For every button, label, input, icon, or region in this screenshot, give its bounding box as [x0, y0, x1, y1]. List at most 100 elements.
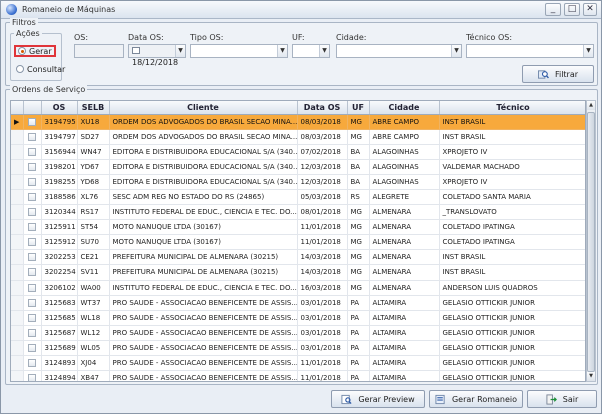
- cell-os[interactable]: 3198201: [41, 159, 78, 175]
- cell-data[interactable]: 16/03/2018: [297, 280, 348, 296]
- cell-selb[interactable]: SV11: [77, 264, 110, 281]
- cell-cliente[interactable]: ORDEM DOS ADVOGADOS DO BRASIL SECAO MINA…: [109, 129, 298, 145]
- cell-cliente[interactable]: MOTO NANUQUE LTDA (30167): [109, 219, 298, 236]
- cell-cidade[interactable]: ALMENARA: [369, 249, 440, 266]
- cell-tecnico[interactable]: GELASIO OTTICKIR JUNIOR: [439, 325, 585, 341]
- row-checkbox-cell[interactable]: [23, 204, 42, 221]
- cell-tecnico[interactable]: INST BRASIL: [439, 264, 585, 281]
- row-checkbox-cell[interactable]: [23, 325, 42, 341]
- row-checkbox[interactable]: [28, 238, 36, 247]
- cell-os[interactable]: 3125685: [41, 310, 78, 326]
- cell-cidade[interactable]: ALAGOINHAS: [369, 159, 440, 175]
- cell-selb[interactable]: WN47: [77, 144, 110, 160]
- row-checkbox-cell[interactable]: [23, 114, 42, 130]
- table-row[interactable]: 3156944 WN47 EDITORA E DISTRIBUIDORA EDUCA…: [11, 144, 585, 160]
- cell-cliente[interactable]: SESC ADM REG NO ESTADO DO RS (24865): [109, 189, 298, 206]
- os-input[interactable]: [74, 44, 124, 58]
- cell-cidade[interactable]: ALMENARA: [369, 234, 440, 251]
- cell-cliente[interactable]: INSTITUTO FEDERAL DE EDUC., CIENCIA E TE…: [109, 204, 298, 221]
- cell-data[interactable]: 08/03/2018: [297, 129, 348, 145]
- table-row[interactable]: 3202254 SV11 PREFEITURA MUNICIPAL DE ALMEN…: [11, 264, 585, 281]
- table-row[interactable]: 3124893 XJ04 PRO SAUDE - ASSOCIACAO BENEFI…: [11, 355, 585, 372]
- orders-grid[interactable]: OS SELB Cliente Data OS UF Cidade Técnic…: [10, 100, 586, 382]
- cell-cliente[interactable]: MOTO NANUQUE LTDA (30167): [109, 234, 298, 251]
- cell-uf[interactable]: BA: [347, 174, 370, 190]
- cell-cliente[interactable]: INSTITUTO FEDERAL DE EDUC., CIENCIA E TE…: [109, 280, 298, 296]
- cell-cidade[interactable]: ALMENARA: [369, 204, 440, 221]
- row-checkbox-cell[interactable]: [23, 219, 42, 236]
- cell-cliente[interactable]: PREFEITURA MUNICIPAL DE ALMENARA (30215): [109, 249, 298, 266]
- row-checkbox-cell[interactable]: [23, 129, 42, 145]
- cell-uf[interactable]: PA: [347, 340, 370, 357]
- cell-data[interactable]: 03/01/2018: [297, 310, 348, 326]
- cell-tecnico[interactable]: INST BRASIL: [439, 114, 585, 130]
- date-input[interactable]: 18/12/2018 ▼: [128, 44, 186, 67]
- table-row[interactable]: 3198201 YD67 EDITORA E DISTRIBUIDORA EDUCA…: [11, 159, 585, 175]
- cell-os[interactable]: 3125689: [41, 340, 78, 357]
- cell-tecnico[interactable]: COLETADO SANTA MARIA: [439, 189, 585, 206]
- row-checkbox-cell[interactable]: [23, 340, 42, 357]
- table-row[interactable]: 3198255 YD68 EDITORA E DISTRIBUIDORA EDUCA…: [11, 174, 585, 190]
- cell-os[interactable]: 3202254: [41, 264, 78, 281]
- cell-selb[interactable]: WA00: [77, 280, 110, 296]
- table-row[interactable]: 3124894 XB47 PRO SAUDE - ASSOCIACAO BENEFI…: [11, 370, 585, 381]
- uf-select[interactable]: ▼: [292, 44, 330, 58]
- cell-data[interactable]: 03/01/2018: [297, 295, 348, 311]
- cell-tecnico[interactable]: GELASIO OTTICKIR JUNIOR: [439, 310, 585, 326]
- row-checkbox[interactable]: [28, 208, 36, 217]
- cell-data[interactable]: 05/03/2018: [297, 189, 348, 206]
- cell-os[interactable]: 3194795: [41, 114, 78, 130]
- table-row[interactable]: 3125911 ST54 MOTO NANUQUE LTDA (30167) 11/0…: [11, 219, 585, 236]
- cell-selb[interactable]: CE21: [77, 249, 110, 266]
- cell-os[interactable]: 3125683: [41, 295, 78, 311]
- cell-data[interactable]: 11/01/2018: [297, 370, 348, 381]
- vertical-scrollbar[interactable]: ▲ ▼: [586, 100, 596, 382]
- cell-cidade[interactable]: ALMENARA: [369, 280, 440, 296]
- row-checkbox[interactable]: [28, 298, 36, 307]
- sair-button[interactable]: Sair: [527, 390, 597, 408]
- tecnico-select[interactable]: ▼: [466, 44, 594, 58]
- tipo-select[interactable]: ▼: [190, 44, 288, 58]
- table-row[interactable]: ▶ 3194795 XU18 ORDEM DOS ADVOGADOS DO BRASI…: [11, 114, 585, 130]
- row-checkbox[interactable]: [28, 283, 36, 292]
- calendar-icon[interactable]: [132, 47, 140, 54]
- cell-selb[interactable]: SU70: [77, 234, 110, 251]
- uf-dropdown-icon[interactable]: ▼: [319, 45, 329, 57]
- row-checkbox-cell[interactable]: [23, 249, 42, 266]
- scroll-down-icon[interactable]: ▼: [587, 372, 595, 381]
- col-os[interactable]: OS: [41, 101, 78, 115]
- cell-selb[interactable]: YD68: [77, 174, 110, 190]
- cell-selb[interactable]: XU18: [77, 114, 110, 130]
- radio-consultar[interactable]: Consultar: [14, 63, 67, 75]
- col-data[interactable]: Data OS: [297, 101, 348, 115]
- row-checkbox[interactable]: [28, 374, 36, 381]
- row-checkbox-cell[interactable]: [23, 189, 42, 206]
- cell-cidade[interactable]: ALEGRETE: [369, 189, 440, 206]
- cell-cidade[interactable]: ALTAMIRA: [369, 340, 440, 357]
- cell-os[interactable]: 3202253: [41, 249, 78, 266]
- col-cliente[interactable]: Cliente: [109, 101, 298, 115]
- cell-data[interactable]: 08/03/2018: [297, 114, 348, 130]
- cell-uf[interactable]: MG: [347, 114, 370, 130]
- row-checkbox[interactable]: [28, 359, 36, 368]
- row-checkbox[interactable]: [28, 343, 36, 352]
- cell-data[interactable]: 14/03/2018: [297, 264, 348, 281]
- cell-os[interactable]: 3194797: [41, 129, 78, 145]
- cell-selb[interactable]: WT37: [77, 295, 110, 311]
- cell-selb[interactable]: RS17: [77, 204, 110, 221]
- table-row[interactable]: 3125689 WL05 PRO SAUDE - ASSOCIACAO BENEFI…: [11, 340, 585, 357]
- table-row[interactable]: 3206102 WA00 INSTITUTO FEDERAL DE EDUC., C…: [11, 280, 585, 296]
- scroll-up-icon[interactable]: ▲: [587, 101, 595, 110]
- table-row[interactable]: 3125912 SU70 MOTO NANUQUE LTDA (30167) 11/0…: [11, 234, 585, 251]
- cell-data[interactable]: 08/01/2018: [297, 204, 348, 221]
- row-checkbox-cell[interactable]: [23, 144, 42, 160]
- cell-selb[interactable]: XB47: [77, 370, 110, 381]
- cidade-select[interactable]: ▼: [336, 44, 462, 58]
- row-checkbox-cell[interactable]: [23, 295, 42, 311]
- cell-cidade[interactable]: ALMENARA: [369, 264, 440, 281]
- cell-selb[interactable]: WL12: [77, 325, 110, 341]
- filtrar-button[interactable]: Filtrar: [522, 65, 594, 83]
- cell-cliente[interactable]: ORDEM DOS ADVOGADOS DO BRASIL SECAO MINA…: [109, 114, 298, 130]
- row-checkbox-cell[interactable]: [23, 310, 42, 326]
- cell-tecnico[interactable]: COLETADO IPATINGA: [439, 219, 585, 236]
